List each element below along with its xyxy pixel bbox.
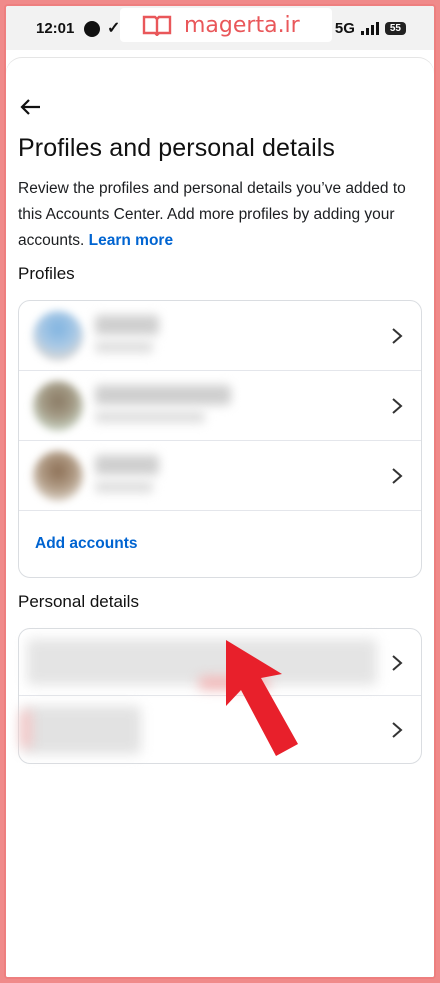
- profile-subtitle-redacted: [95, 411, 205, 423]
- avatar: [33, 451, 83, 501]
- network-label: 5G: [334, 20, 355, 37]
- chevron-right-icon: [392, 468, 403, 484]
- status-time: 12:01: [36, 20, 75, 37]
- chevron-right-icon: [392, 398, 403, 414]
- learn-more-link[interactable]: Learn more: [89, 232, 173, 249]
- signal-icon-2: [360, 22, 379, 35]
- chevron-right-icon: [392, 328, 403, 344]
- profile-name-redacted: [95, 455, 159, 475]
- page-description: Review the profiles and personal details…: [18, 176, 430, 254]
- back-arrow-icon[interactable]: [18, 94, 44, 120]
- screenshot-frame: 12:01 ✓ 5G 55 magerta.ir Profiles and pe…: [4, 4, 436, 979]
- profiles-section-label: Profiles: [18, 264, 75, 283]
- annotation-arrow-icon: [226, 640, 298, 756]
- watermark-text: magerta.ir: [184, 12, 300, 38]
- accounts-center-sheet: Profiles and personal details Review the…: [6, 58, 434, 977]
- chevron-right-icon: [392, 655, 403, 671]
- personal-details-section-label: Personal details: [18, 592, 139, 611]
- profile-subtitle-redacted: [95, 341, 153, 353]
- avatar: [33, 311, 83, 361]
- notification-dot-icon: [84, 21, 100, 37]
- profile-row[interactable]: [19, 301, 421, 371]
- profiles-card: Add accounts: [18, 300, 422, 578]
- book-icon: [142, 15, 172, 36]
- avatar: [33, 381, 83, 431]
- watermark: magerta.ir: [120, 8, 332, 42]
- add-accounts-link[interactable]: Add accounts: [19, 511, 421, 577]
- detail-redacted: [23, 706, 141, 754]
- profile-row[interactable]: [19, 441, 421, 511]
- profile-name-redacted: [95, 315, 159, 335]
- profile-name-redacted: [95, 385, 231, 405]
- check-icon: ✓: [107, 20, 121, 37]
- battery-icon: 55: [384, 22, 406, 35]
- chevron-right-icon: [392, 722, 403, 738]
- detail-redacted-tint: [21, 710, 31, 748]
- profile-subtitle-redacted: [95, 481, 153, 493]
- page-title: Profiles and personal details: [18, 134, 335, 162]
- profile-row[interactable]: [19, 371, 421, 441]
- description-text: Review the profiles and personal details…: [18, 180, 406, 249]
